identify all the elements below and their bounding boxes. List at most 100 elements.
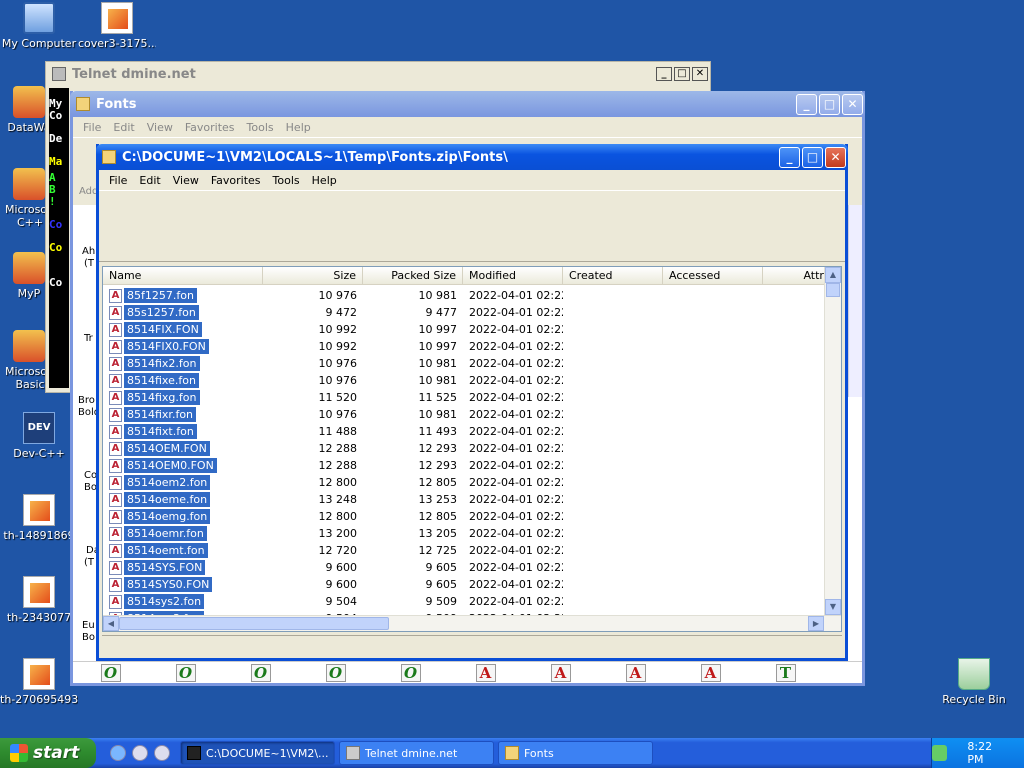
font-glyph-icon[interactable]: T: [748, 663, 823, 682]
menu-help[interactable]: Help: [280, 121, 317, 134]
telnet-terminal[interactable]: My Co De Ma A B ! Co Co Co: [49, 88, 69, 388]
font-glyph-icon[interactable]: O: [148, 663, 223, 682]
menu-help[interactable]: Help: [306, 174, 343, 187]
table-row[interactable]: A 8514FIX0.FON 10 992 10 997 2022-04-01 02:2…: [103, 338, 824, 355]
cell-packed-size: 13 205: [418, 527, 458, 540]
menu-tools[interactable]: Tools: [241, 121, 280, 134]
sevenzip-titlebar[interactable]: C:\DOCUME~1\VM2\LOCALS~1\Temp\Fonts.zip\…: [96, 144, 848, 170]
scroll-left-button[interactable]: ◀: [103, 616, 119, 631]
table-row[interactable]: A 8514SYS0.FON 9 600 9 605 2022-04-01 02:22: [103, 576, 824, 593]
menu-file[interactable]: File: [77, 121, 107, 134]
font-glyph-icon[interactable]: O: [223, 663, 298, 682]
taskbar-item-telnet[interactable]: Telnet dmine.net: [339, 741, 494, 765]
horizontal-scrollbar[interactable]: ◀ ▶: [103, 615, 841, 631]
font-file-icon: A: [109, 458, 122, 473]
taskbar-item-fonts[interactable]: Fonts: [498, 741, 653, 765]
table-row[interactable]: A 8514fixt.fon 11 488 11 493 2022-04-01 02:2…: [103, 423, 824, 440]
close-button[interactable]: ✕: [842, 93, 863, 115]
clock[interactable]: 8:22 PM: [967, 740, 1010, 766]
table-row[interactable]: A 85f1257.fon 10 976 10 981 2022-04-01 02:22: [103, 287, 824, 304]
column-header-name[interactable]: Name: [103, 267, 263, 284]
font-file-icon: A: [109, 594, 122, 609]
cell-packed-size: 10 997: [418, 323, 458, 336]
maximize-button[interactable]: □: [674, 67, 690, 81]
table-row[interactable]: A 8514fixg.fon 11 520 11 525 2022-04-01 02:2…: [103, 389, 824, 406]
menu-edit[interactable]: Edit: [133, 174, 166, 187]
menu-edit[interactable]: Edit: [107, 121, 140, 134]
desktop-icon-dev-cpp[interactable]: DEV Dev-C++: [0, 412, 78, 460]
telnet-titlebar[interactable]: Telnet dmine.net _ □ ✕: [46, 62, 710, 86]
fonts-titlebar[interactable]: Fonts _ □ ✕: [70, 91, 865, 117]
menu-tools[interactable]: Tools: [267, 174, 306, 187]
font-file-icon: A: [109, 543, 122, 558]
column-header-accessed[interactable]: Accessed: [663, 267, 763, 284]
table-row[interactable]: A 8514oem2.fon 12 800 12 805 2022-04-01 02:2…: [103, 474, 824, 491]
desktop-icon-my-computer[interactable]: My Computer: [0, 2, 78, 50]
cell-size: 13 248: [318, 493, 358, 506]
fonts-scrollbar[interactable]: [848, 205, 862, 397]
table-row[interactable]: A 8514oemr.fon 13 200 13 205 2022-04-01 02:2…: [103, 525, 824, 542]
vertical-scrollbar[interactable]: ▲ ▼: [824, 267, 841, 615]
menu-favorites[interactable]: Favorites: [179, 121, 241, 134]
desktop-icon-th-3[interactable]: th-2706954934: [0, 658, 78, 706]
font-glyph-icon[interactable]: O: [373, 663, 448, 682]
cell-modified: 2022-04-01 02:22: [469, 476, 563, 489]
scroll-down-button[interactable]: ▼: [825, 599, 841, 615]
file-list[interactable]: Name Size Packed Size Modified Created A…: [102, 266, 842, 632]
desktop-icon-th-2[interactable]: th-2343077: [0, 576, 78, 624]
desktop-icon-th-1[interactable]: th-14891869: [0, 494, 78, 542]
table-row[interactable]: A 8514FIX.FON 10 992 10 997 2022-04-01 02:22: [103, 321, 824, 338]
menu-file[interactable]: File: [103, 174, 133, 187]
media-player-icon[interactable]: [154, 745, 170, 761]
internet-explorer-icon[interactable]: [110, 745, 126, 761]
menu-view[interactable]: View: [141, 121, 179, 134]
table-row[interactable]: A 8514oemg.fon 12 800 12 805 2022-04-01 02:2…: [103, 508, 824, 525]
sevenzip-toolbar: [99, 190, 845, 262]
table-row[interactable]: A 8514SYS.FON 9 600 9 605 2022-04-01 02:22: [103, 559, 824, 576]
font-glyph-icon[interactable]: A: [598, 663, 673, 682]
system-tray: 8:22 PM: [931, 738, 1024, 768]
image-file-icon: [23, 576, 55, 608]
table-row[interactable]: A 8514OEM0.FON 12 288 12 293 2022-04-01 02:2…: [103, 457, 824, 474]
table-row[interactable]: A 8514oemt.fon 12 720 12 725 2022-04-01 02:2…: [103, 542, 824, 559]
font-file-icon: A: [109, 441, 122, 456]
font-glyph-icon[interactable]: A: [448, 663, 523, 682]
table-row[interactable]: A 8514OEM.FON 12 288 12 293 2022-04-01 02:22: [103, 440, 824, 457]
desktop-icon-cover3[interactable]: cover3-3175...: [78, 2, 156, 50]
browser-icon[interactable]: [132, 745, 148, 761]
minimize-button[interactable]: _: [656, 67, 672, 81]
cell-modified: 2022-04-01 02:22: [469, 578, 563, 591]
hscroll-thumb[interactable]: [119, 617, 389, 630]
close-button[interactable]: ✕: [825, 146, 846, 168]
sevenzip-window[interactable]: C:\DOCUME~1\VM2\LOCALS~1\Temp\Fonts.zip\…: [96, 144, 848, 661]
font-glyph-icon[interactable]: O: [73, 663, 148, 682]
table-row[interactable]: A 8514sys2.fon 9 504 9 509 2022-04-01 02:22: [103, 593, 824, 610]
column-header-created[interactable]: Created: [563, 267, 663, 284]
taskbar-item-sevenzip[interactable]: C:\DOCUME~1\VM2\...: [180, 741, 335, 765]
minimize-button[interactable]: _: [796, 93, 817, 115]
menu-favorites[interactable]: Favorites: [205, 174, 267, 187]
network-icon[interactable]: [932, 745, 948, 761]
maximize-button[interactable]: □: [802, 146, 823, 168]
start-button[interactable]: start: [0, 738, 96, 768]
scroll-right-button[interactable]: ▶: [808, 616, 824, 631]
font-glyph-icon[interactable]: O: [298, 663, 373, 682]
scroll-up-button[interactable]: ▲: [825, 267, 841, 283]
maximize-button[interactable]: □: [819, 93, 840, 115]
column-header-size[interactable]: Size: [263, 267, 363, 284]
menu-view[interactable]: View: [167, 174, 205, 187]
table-row[interactable]: A 85s1257.fon 9 472 9 477 2022-04-01 02:22: [103, 304, 824, 321]
minimize-button[interactable]: _: [779, 146, 800, 168]
close-button[interactable]: ✕: [692, 67, 708, 81]
table-row[interactable]: A 8514fixr.fon 10 976 10 981 2022-04-01 02:2…: [103, 406, 824, 423]
table-row[interactable]: A 8514oeme.fon 13 248 13 253 2022-04-01 02:2…: [103, 491, 824, 508]
table-row[interactable]: A 8514fix2.fon 10 976 10 981 2022-04-01 02:2…: [103, 355, 824, 372]
scroll-thumb[interactable]: [826, 283, 840, 297]
status-bar: [102, 635, 842, 655]
column-header-modified[interactable]: Modified: [463, 267, 563, 284]
column-header-packed-size[interactable]: Packed Size: [363, 267, 463, 284]
desktop-icon-recycle-bin[interactable]: Recycle Bin: [935, 658, 1013, 706]
table-row[interactable]: A 8514fixe.fon 10 976 10 981 2022-04-01 02:2…: [103, 372, 824, 389]
font-glyph-icon[interactable]: A: [523, 663, 598, 682]
font-glyph-icon[interactable]: A: [673, 663, 748, 682]
